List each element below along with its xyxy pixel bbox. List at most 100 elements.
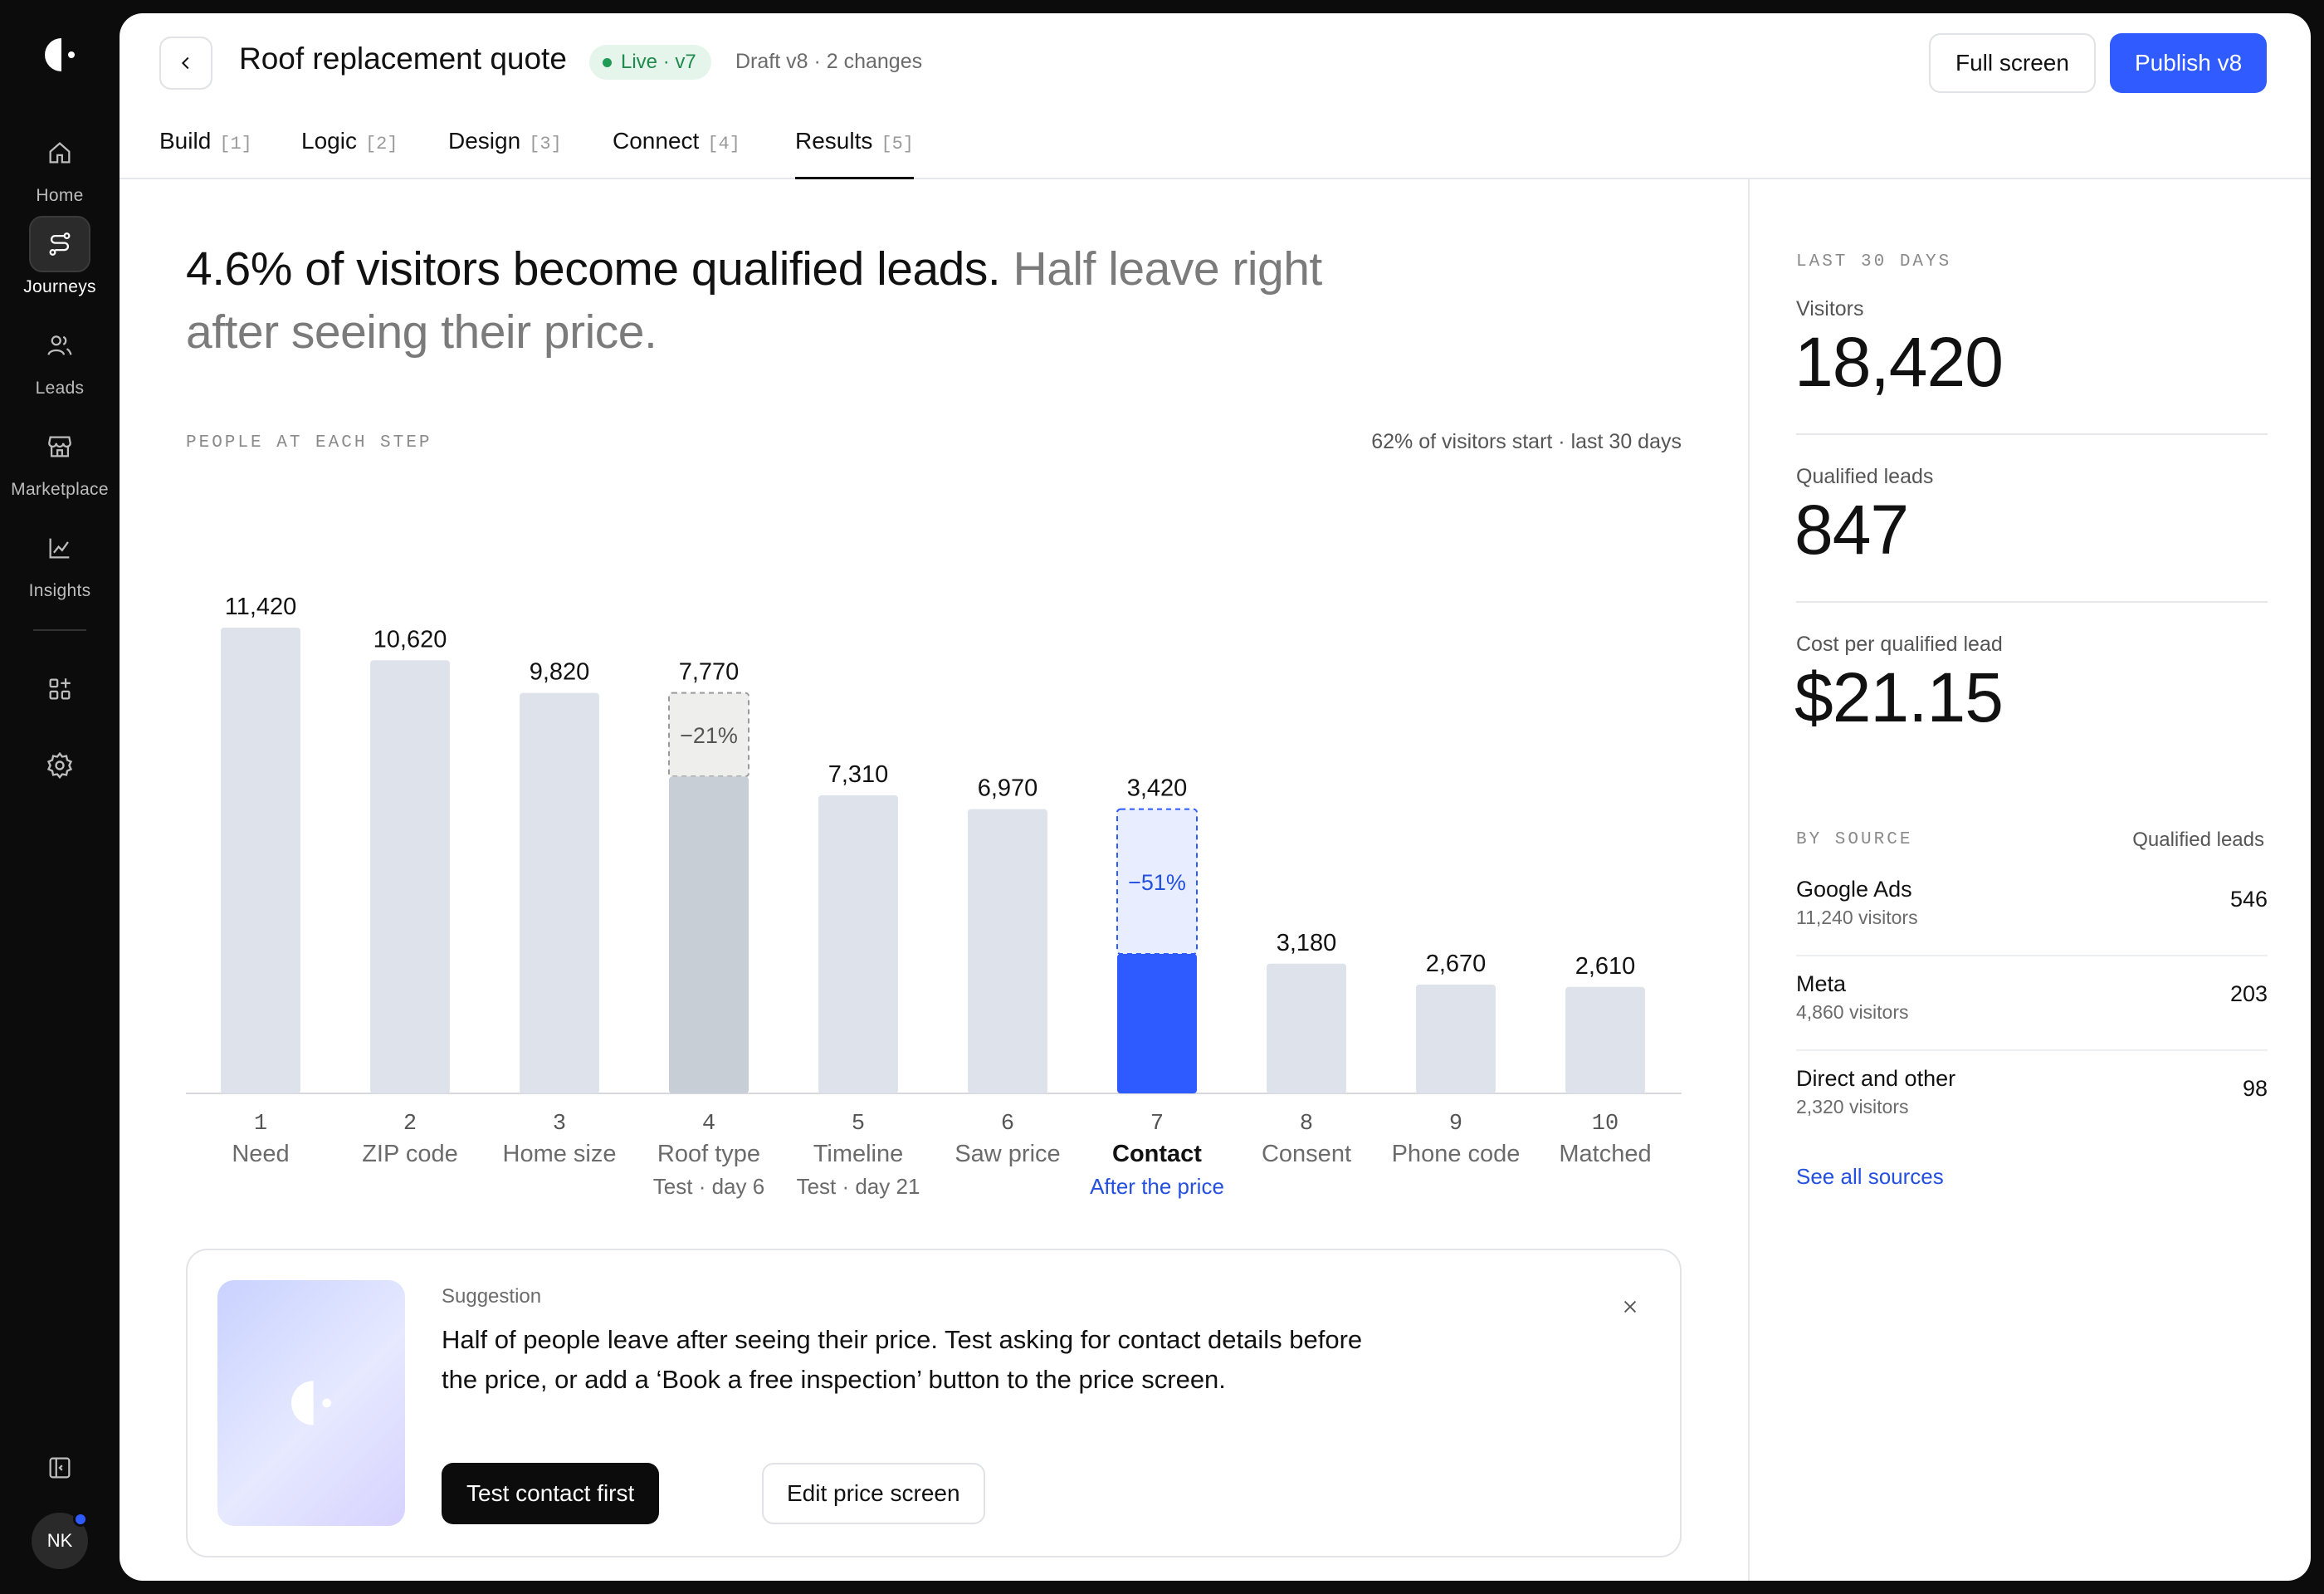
bar-value-label: 3,420: [1127, 775, 1188, 802]
rail-item-journeys[interactable]: Journeys: [0, 216, 120, 307]
step-number: 7: [1150, 1112, 1164, 1137]
visitors-label: Visitors: [1796, 297, 1864, 320]
step-label: ZIP code: [362, 1141, 458, 1167]
source-name: Meta: [1796, 971, 1847, 996]
full-screen-button[interactable]: Full screen: [1929, 33, 2096, 93]
cost-per-lead-label: Cost per qualified lead: [1796, 633, 2003, 656]
suggestion-illustration: [217, 1280, 405, 1526]
step-label: Need: [232, 1141, 289, 1167]
tab-build[interactable]: Build [1]: [159, 128, 252, 179]
live-status-badge: Live · v7: [589, 45, 711, 80]
test-contact-first-button[interactable]: Test contact first: [442, 1463, 660, 1524]
suggestion-card: Suggestion Half of people leave after se…: [186, 1249, 1682, 1557]
notification-dot: [73, 1512, 88, 1527]
tab-connect-shortcut: [4]: [707, 134, 740, 154]
tab-logic-label: Logic: [301, 128, 357, 154]
step-label: Contact: [1112, 1141, 1202, 1167]
drop-off-label: −21%: [680, 723, 738, 748]
step-number: 8: [1300, 1112, 1313, 1137]
bar-value-label: 9,820: [530, 659, 590, 686]
apps-icon[interactable]: [35, 664, 85, 714]
step-number: 9: [1449, 1112, 1462, 1137]
cost-per-lead-value: $21.15: [1794, 658, 2004, 736]
settings-icon[interactable]: [35, 741, 85, 790]
app-logo[interactable]: [40, 35, 80, 75]
tab-design-shortcut: [3]: [529, 134, 562, 154]
funnel-bar: [221, 628, 300, 1093]
bar-value-label: 2,610: [1575, 953, 1636, 980]
see-all-sources-link[interactable]: See all sources: [1796, 1164, 1944, 1190]
tab-results-label: Results: [795, 128, 873, 154]
source-value: 203: [2229, 981, 2268, 1006]
visitors-value: 18,420: [1794, 323, 2004, 401]
step-number: 6: [1001, 1112, 1014, 1137]
tab-build-shortcut: [1]: [219, 134, 252, 154]
left-rail: Home Journeys Leads Marketplace Insights…: [0, 0, 120, 1594]
step-label: Timeline: [813, 1141, 904, 1167]
close-icon[interactable]: [1614, 1290, 1647, 1323]
source-name: Google Ads: [1796, 877, 1912, 902]
step-sublabel: Test · day 6: [653, 1174, 764, 1199]
main-panel: Roof replacement quote Live · v7 Draft v…: [120, 13, 2311, 1581]
step-sublabel: After the price: [1090, 1174, 1224, 1199]
step-number: 4: [702, 1112, 715, 1137]
marketplace-icon: [29, 418, 90, 475]
draft-status: Draft v8 · 2 changes: [735, 50, 923, 73]
tab-connect[interactable]: Connect [4]: [613, 128, 740, 179]
collapse-sidebar-icon[interactable]: [35, 1443, 85, 1493]
qualified-leads-value: 847: [1794, 491, 1909, 569]
funnel-bar-highlight: [1117, 953, 1197, 1093]
leads-icon: [29, 317, 90, 374]
source-row[interactable]: Meta 4,860 visitors 203: [1796, 956, 2268, 1051]
funnel-bar: [968, 809, 1047, 1093]
funnel-bar: [370, 660, 450, 1093]
source-column-header: Qualified leads: [2132, 829, 2264, 851]
bar-value-label: 3,180: [1277, 930, 1337, 956]
step-number: 10: [1592, 1112, 1618, 1137]
rail-item-marketplace[interactable]: Marketplace: [0, 418, 120, 510]
funnel-bar: [1267, 963, 1346, 1093]
publish-button[interactable]: Publish v8: [2110, 33, 2268, 93]
source-value: 98: [2242, 1076, 2268, 1101]
source-row[interactable]: Google Ads 11,240 visitors 546: [1796, 862, 2268, 956]
suggestion-text: Half of people leave after seeing their …: [442, 1325, 1363, 1394]
step-number: 3: [553, 1112, 566, 1137]
tab-logic-shortcut: [2]: [364, 134, 398, 154]
chevron-left-icon: [181, 56, 189, 70]
bar-value-label: 7,770: [679, 659, 740, 686]
funnel-bar: [1416, 984, 1496, 1093]
step-label: Home size: [503, 1141, 617, 1167]
source-visitors: 11,240 visitors: [1796, 907, 1918, 928]
tab-results[interactable]: Results [5]: [795, 128, 914, 179]
source-visitors: 2,320 visitors: [1796, 1096, 1909, 1117]
source-visitors: 4,860 visitors: [1796, 1001, 1909, 1023]
source-row[interactable]: Direct and other 2,320 visitors 98: [1796, 1051, 2268, 1146]
source-name: Direct and other: [1796, 1066, 1956, 1091]
tab-logic[interactable]: Logic [2]: [301, 128, 398, 179]
rail-item-insights[interactable]: Insights: [0, 520, 120, 611]
funnel-bar: [669, 776, 749, 1093]
bar-value-label: 2,670: [1426, 951, 1487, 977]
rail-item-home[interactable]: Home: [0, 125, 120, 216]
logo-mark-icon: [291, 1381, 331, 1425]
rail-label-journeys: Journeys: [23, 277, 96, 296]
step-label: Saw price: [954, 1141, 1060, 1167]
tab-design[interactable]: Design [3]: [448, 128, 562, 179]
edit-price-screen-button[interactable]: Edit price screen: [762, 1463, 985, 1524]
top-bar: Roof replacement quote Live · v7 Draft v…: [120, 13, 2311, 179]
rail-label-insights: Insights: [28, 581, 91, 600]
back-button[interactable]: [159, 37, 212, 90]
step-label: Roof type: [657, 1141, 760, 1167]
page-title: Roof replacement quote: [239, 42, 567, 76]
bar-value-label: 11,420: [225, 594, 297, 620]
tab-connect-label: Connect: [613, 128, 700, 154]
rail-label-home: Home: [36, 186, 84, 205]
bar-value-label: 7,310: [828, 761, 889, 788]
stats-sidebar: LAST 30 DAYS Visitors 18,420 Qualified l…: [1748, 179, 2311, 1581]
step-label: Phone code: [1392, 1141, 1521, 1167]
step-sublabel: Test · day 21: [797, 1174, 920, 1199]
funnel-bar: [818, 795, 898, 1093]
rail-item-leads[interactable]: Leads: [0, 317, 120, 408]
qualified-leads-label: Qualified leads: [1796, 465, 1934, 488]
tab-design-label: Design: [448, 128, 521, 154]
